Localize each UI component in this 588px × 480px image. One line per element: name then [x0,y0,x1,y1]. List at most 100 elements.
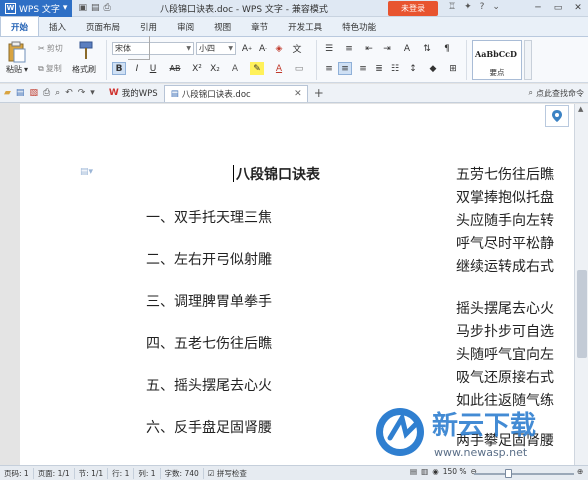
tab-special[interactable]: 特色功能 [332,18,386,36]
print-icon[interactable]: ⎙ [103,3,110,13]
save-icon[interactable]: ▤ [16,88,25,98]
print-icon[interactable]: ⎙ [43,88,50,98]
bullet-list-icon[interactable]: ☰ [322,42,336,55]
navigation-button[interactable] [545,105,569,127]
redo-icon[interactable]: ↷ [78,88,86,98]
style-sample: AaBbCcD [475,49,517,59]
subscript-icon[interactable]: X₂ [208,62,222,75]
paragraph-handle-icon[interactable]: ▤▾ [80,167,93,177]
gift-icon[interactable]: ✦ [464,2,472,12]
phonetic-icon[interactable]: 文 [290,42,304,55]
align-center-icon[interactable]: ≡ [338,62,352,75]
zoom-in-icon[interactable]: ⊕ [577,467,583,476]
zoom-slider-handle[interactable] [505,469,512,478]
cut-button[interactable]: ✂ 剪切 [38,43,63,54]
style-gallery-scroll[interactable] [524,40,532,80]
status-page[interactable]: 页码: 1 [0,467,34,479]
status-section: 节: 1/1 [75,467,109,479]
copy-icon: ⧉ [38,63,44,73]
print-preview-icon[interactable]: ⌕ [55,88,60,98]
login-button[interactable]: 未登录 [388,1,438,16]
tab-view[interactable]: 视图 [204,18,241,36]
scrollbar-thumb[interactable] [577,270,587,358]
tab-home[interactable]: 开始 [0,16,40,36]
chevron-down-icon: ▾ [24,65,29,74]
copy-button[interactable]: ⧉ 复制 [38,63,62,74]
font-color-icon[interactable]: A [272,62,286,75]
restore-button[interactable]: ▭ [548,0,568,16]
style-gallery-item[interactable]: AaBbCcD 要点 [472,40,522,80]
tab-page-layout[interactable]: 页面布局 [76,18,130,36]
document-title: 八段锦口诀表 [236,167,320,183]
justify-icon[interactable]: ≣ [372,62,386,75]
format-painter-button[interactable]: 格式刷 [72,64,96,75]
chinese-layout-icon[interactable]: A [400,42,414,55]
tab-developer[interactable]: 开发工具 [278,18,332,36]
open-icon[interactable]: ▣ [78,3,87,13]
open-folder-icon[interactable]: ▰ [4,88,11,98]
underline-icon[interactable]: U [146,62,160,75]
char-border-icon[interactable]: ▭ [292,62,306,75]
outdent-icon[interactable]: ⇤ [362,42,376,55]
shading-icon[interactable]: ◆ [426,62,440,75]
zoom-value[interactable]: 150 % [443,467,467,476]
paste-button[interactable]: 粘贴 ▾ [6,64,28,75]
dropdown-icon[interactable]: ⌄ [492,2,500,12]
bold-icon[interactable]: B [112,62,126,75]
document-tab-bar: ▰ ▤ ▧ ⎙ ⌕ ↶ ↷ ▾ W 我的WPS ▤ 八段锦口诀表.doc ✕ +… [0,84,588,103]
italic-icon[interactable]: I [130,62,144,75]
highlight-icon[interactable]: ✎ [250,62,264,75]
text-cursor [233,165,234,182]
chevron-down-icon: ▼ [228,45,233,52]
scroll-up-icon[interactable]: ▲ [578,105,583,113]
indent-icon[interactable]: ⇥ [380,42,394,55]
borders-icon[interactable]: ⊞ [446,62,460,75]
grow-font-icon[interactable]: A + [240,42,254,55]
sort-icon[interactable]: ⇅ [420,42,434,55]
paste-icon[interactable] [8,41,26,63]
numbered-list-icon[interactable]: ≡ [342,42,356,55]
font-name-select[interactable]: 宋体 ▼ [112,42,194,55]
skin-icon[interactable]: ♖ [448,2,456,12]
spell-check-toggle[interactable]: ☑ 拼写检查 [204,468,251,479]
tab-review[interactable]: 审阅 [167,18,204,36]
new-tab-button[interactable]: + [308,86,330,100]
line-spacing-icon[interactable]: ↕ [406,62,420,75]
list-item: 三、调理脾胃单拳手 [146,294,272,310]
format-painter-icon[interactable] [78,41,94,61]
tab-insert[interactable]: 插入 [39,18,76,36]
distribute-icon[interactable]: ☷ [388,62,402,75]
show-marks-icon[interactable]: ¶ [440,42,454,55]
tab-document[interactable]: ▤ 八段锦口诀表.doc ✕ [163,84,308,102]
align-right-icon[interactable]: ≡ [356,62,370,75]
tab-document-label: 八段锦口诀表.doc [181,89,251,100]
close-button[interactable]: ✕ [568,0,588,16]
align-left-icon[interactable]: ≡ [322,62,336,75]
font-dialog-icon[interactable]: A [228,62,242,75]
minimize-button[interactable]: ─ [528,0,548,16]
view-mode-icon[interactable]: ▤ [410,467,417,476]
strikethrough-icon[interactable]: AB [166,62,184,75]
save-icon[interactable]: ▤ [91,3,100,13]
tab-references[interactable]: 引用 [130,18,167,36]
export-pdf-icon[interactable]: ▧ [29,88,38,98]
verse-line: 五劳七伤往后瞧 [456,167,554,183]
chevron-down-icon[interactable]: ▾ [90,88,95,98]
tab-my-wps[interactable]: W 我的WPS [103,85,164,102]
verse-line: 吸气还原接右式 [456,370,554,386]
undo-icon[interactable]: ↶ [65,88,73,98]
command-search[interactable]: ⌕ 点此查找命令 [529,88,588,99]
status-word-count[interactable]: 字数: 740 [161,467,204,479]
help-icon[interactable]: ? [480,2,485,12]
app-menu-button[interactable]: W WPS 文字 ▾ [0,0,73,17]
clear-format-icon[interactable]: ◈ [272,42,286,55]
web-view-icon[interactable]: ◉ [432,467,439,476]
read-mode-icon[interactable]: ▥ [421,467,428,476]
zoom-slider[interactable] [474,473,574,475]
superscript-icon[interactable]: X² [190,62,204,75]
shrink-font-icon[interactable]: A- [256,42,270,55]
font-size-select[interactable]: 小四 ▼ [196,42,236,55]
close-icon[interactable]: ✕ [294,89,302,99]
chevron-down-icon: ▾ [62,3,68,13]
tab-chapter[interactable]: 章节 [241,18,278,36]
